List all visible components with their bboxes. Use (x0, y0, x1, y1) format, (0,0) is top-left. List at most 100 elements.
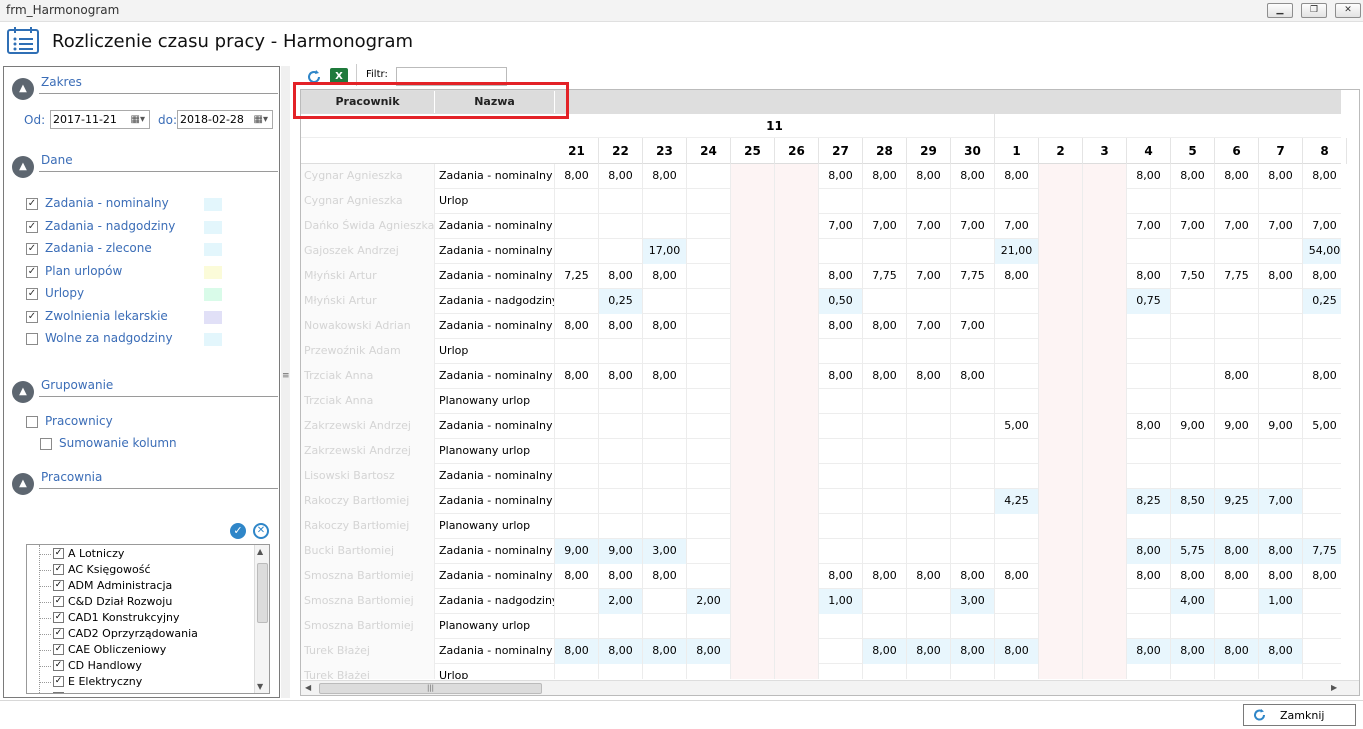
day-value-cell[interactable] (1259, 189, 1303, 214)
day-value-cell[interactable] (1171, 514, 1215, 539)
day-value-cell[interactable]: 8,00 (819, 164, 863, 189)
table-row[interactable]: Młyński Artur Zadania - nominalny 7,25 8,00… (301, 264, 1341, 289)
day-value-cell[interactable] (1215, 339, 1259, 364)
day-value-cell[interactable]: 8,00 (643, 564, 687, 589)
day-value-cell[interactable]: 8,00 (819, 264, 863, 289)
day-value-cell[interactable] (863, 539, 907, 564)
day-value-cell[interactable] (775, 589, 819, 614)
day-value-cell[interactable] (555, 489, 599, 514)
day-value-cell[interactable] (1083, 414, 1127, 439)
day-value-cell[interactable]: 1,00 (819, 589, 863, 614)
day-value-cell[interactable] (731, 239, 775, 264)
uncheck-all-icon[interactable]: ✕ (253, 523, 269, 539)
day-value-cell[interactable] (907, 464, 951, 489)
day-value-cell[interactable] (1171, 614, 1215, 639)
day-value-cell[interactable] (687, 314, 731, 339)
day-value-cell[interactable] (863, 289, 907, 314)
day-value-cell[interactable] (1083, 339, 1127, 364)
day-value-cell[interactable] (775, 614, 819, 639)
day-value-cell[interactable]: 8,00 (907, 639, 951, 664)
table-row[interactable]: Trzciak Anna Planowany urlop (301, 389, 1341, 414)
collapse-icon[interactable]: ▲ (12, 473, 34, 495)
from-date-input[interactable]: 2017-11-21 ▦▾ (50, 110, 150, 129)
day-value-cell[interactable]: 54,00 (1303, 239, 1341, 264)
day-value-cell[interactable]: 7,00 (1215, 214, 1259, 239)
day-value-cell[interactable] (819, 389, 863, 414)
table-row[interactable]: Dańko Świda Agnieszka Zadania - nominalny… (301, 214, 1341, 239)
day-value-cell[interactable] (775, 364, 819, 389)
day-value-cell[interactable] (951, 389, 995, 414)
day-value-cell[interactable] (599, 389, 643, 414)
day-value-cell[interactable] (555, 514, 599, 539)
panel-splitter[interactable]: ≡ (281, 66, 290, 698)
day-value-cell[interactable] (1127, 439, 1171, 464)
collapse-icon[interactable]: ▲ (12, 156, 34, 178)
day-value-cell[interactable] (907, 389, 951, 414)
day-value-cell[interactable]: 8,00 (951, 164, 995, 189)
tree-item[interactable]: ✓ ADM Administracja (27, 578, 257, 594)
day-value-cell[interactable] (643, 664, 687, 679)
day-value-cell[interactable] (1215, 314, 1259, 339)
tree-item-checkbox[interactable]: ✓ (53, 596, 64, 607)
day-value-cell[interactable]: 3,00 (643, 539, 687, 564)
day-value-cell[interactable] (731, 539, 775, 564)
day-value-cell[interactable] (1171, 464, 1215, 489)
day-value-cell[interactable] (643, 514, 687, 539)
tree-item[interactable]: ✓ CAD1 Konstrukcyjny (27, 610, 257, 626)
day-value-cell[interactable] (819, 614, 863, 639)
day-value-cell[interactable]: 8,00 (819, 564, 863, 589)
pracownicy-checkbox[interactable] (26, 416, 38, 428)
day-value-cell[interactable]: 7,75 (951, 264, 995, 289)
dane-checkbox-row[interactable]: ✓ Zadania - zlecone (26, 239, 276, 259)
day-value-cell[interactable]: 8,00 (907, 564, 951, 589)
day-value-cell[interactable]: 7,00 (1259, 489, 1303, 514)
day-value-cell[interactable]: 8,00 (1303, 164, 1341, 189)
day-value-cell[interactable] (555, 239, 599, 264)
day-value-cell[interactable] (1083, 589, 1127, 614)
day-value-cell[interactable] (1171, 389, 1215, 414)
day-value-cell[interactable]: 7,00 (863, 214, 907, 239)
day-value-cell[interactable] (555, 664, 599, 679)
day-value-cell[interactable] (819, 439, 863, 464)
day-value-cell[interactable] (1127, 664, 1171, 679)
day-value-cell[interactable]: 8,00 (1259, 639, 1303, 664)
tree-item-checkbox[interactable]: ✓ (53, 612, 64, 623)
pracownicy-checkbox-row[interactable]: Pracownicy (26, 412, 276, 432)
day-value-cell[interactable] (907, 514, 951, 539)
dane-checkbox[interactable]: ✓ (26, 265, 38, 278)
day-value-cell[interactable]: 0,50 (819, 289, 863, 314)
day-value-cell[interactable]: 8,00 (1127, 564, 1171, 589)
day-value-cell[interactable]: 8,50 (1171, 489, 1215, 514)
dane-checkbox-row[interactable]: ✓ Zadania - nominalny (26, 194, 276, 214)
day-value-cell[interactable] (907, 289, 951, 314)
day-value-cell[interactable] (1083, 489, 1127, 514)
table-row[interactable]: Zakrzewski Andrzej Zadania - nominalny 5,0… (301, 414, 1341, 439)
day-value-cell[interactable]: 5,75 (1171, 539, 1215, 564)
day-value-cell[interactable] (687, 339, 731, 364)
calendar-dropdown-icon[interactable]: ▦▾ (254, 114, 268, 125)
day-value-cell[interactable] (907, 414, 951, 439)
day-value-cell[interactable] (1259, 314, 1303, 339)
day-value-cell[interactable] (555, 439, 599, 464)
day-value-cell[interactable] (643, 489, 687, 514)
day-value-cell[interactable]: 21,00 (995, 239, 1039, 264)
day-value-cell[interactable] (599, 414, 643, 439)
day-value-cell[interactable] (1083, 389, 1127, 414)
day-value-cell[interactable] (555, 614, 599, 639)
table-row[interactable]: Lisowski Bartosz Zadania - nominalny (301, 464, 1341, 489)
day-value-cell[interactable] (1039, 264, 1083, 289)
day-value-cell[interactable] (687, 389, 731, 414)
day-value-cell[interactable] (1127, 189, 1171, 214)
day-value-cell[interactable] (687, 614, 731, 639)
day-value-cell[interactable] (1171, 289, 1215, 314)
day-value-cell[interactable] (1039, 239, 1083, 264)
day-value-cell[interactable] (687, 489, 731, 514)
day-value-cell[interactable]: 7,00 (1171, 214, 1215, 239)
day-value-cell[interactable] (1127, 389, 1171, 414)
day-value-cell[interactable] (643, 439, 687, 464)
day-value-cell[interactable]: 8,00 (555, 564, 599, 589)
day-value-cell[interactable]: 8,00 (995, 264, 1039, 289)
table-row[interactable]: Zakrzewski Andrzej Planowany urlop (301, 439, 1341, 464)
day-value-cell[interactable]: 8,00 (1127, 264, 1171, 289)
day-value-cell[interactable]: 8,00 (1303, 564, 1341, 589)
